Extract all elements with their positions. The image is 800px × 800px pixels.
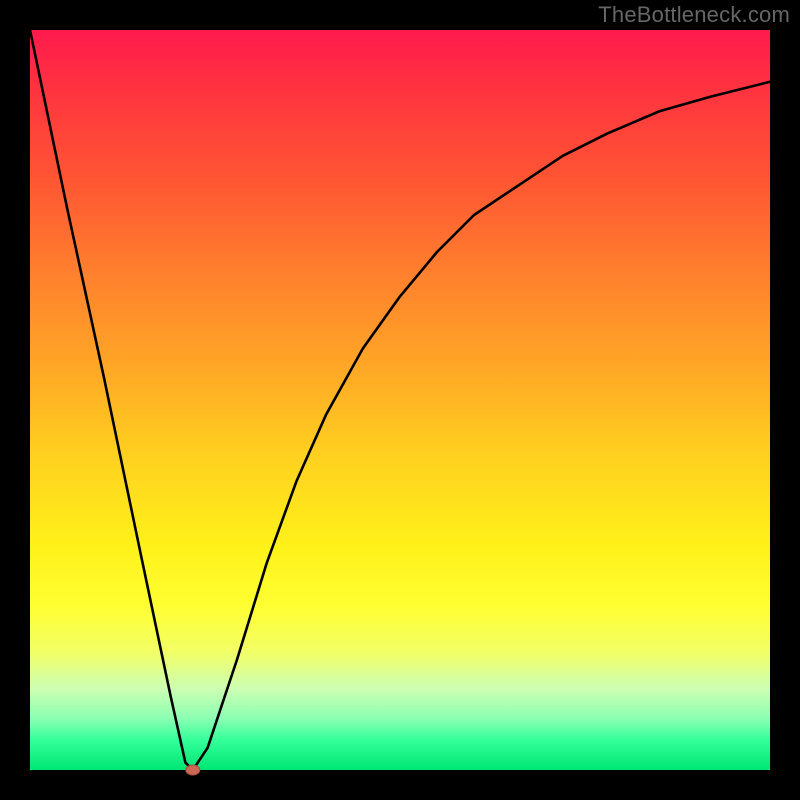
plot-area <box>30 30 770 770</box>
chart-frame: TheBottleneck.com <box>0 0 800 800</box>
watermark-text: TheBottleneck.com <box>598 2 790 28</box>
optimal-point-marker <box>186 765 200 775</box>
bottleneck-curve <box>30 30 770 770</box>
